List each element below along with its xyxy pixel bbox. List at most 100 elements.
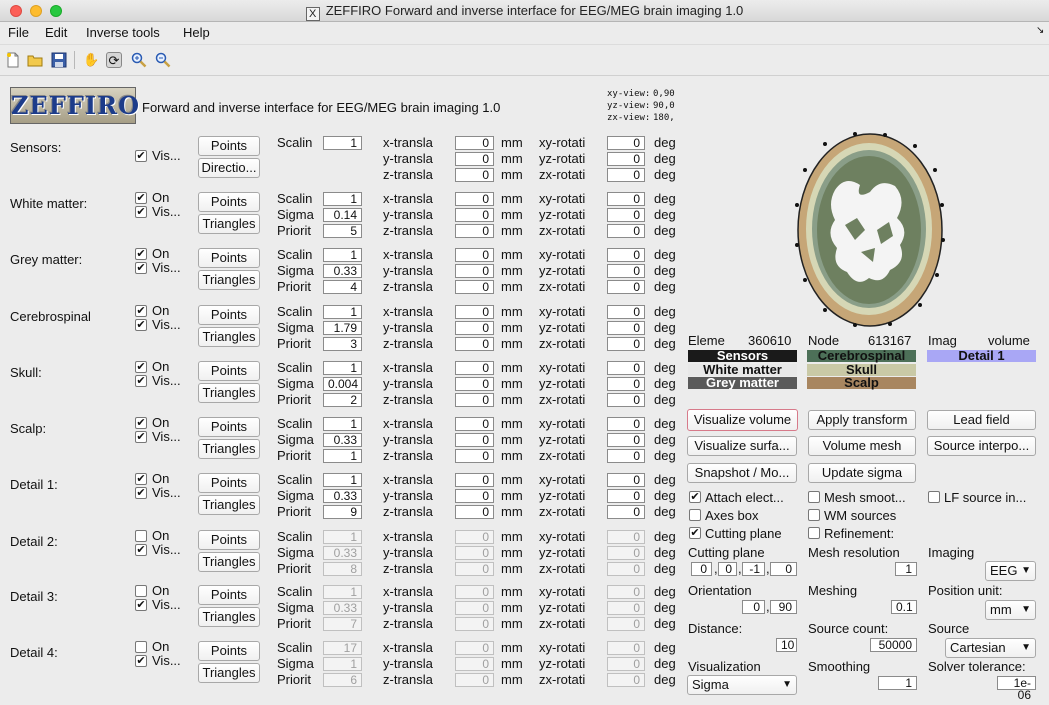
sigma-input[interactable]: 1.79 xyxy=(323,321,362,335)
zx-rotation-input[interactable]: 0 xyxy=(607,393,645,407)
on-checkbox[interactable]: ✔ xyxy=(135,192,147,204)
zx-rotation-input[interactable]: 0 xyxy=(607,337,645,351)
cutting-plane-a[interactable]: 0 xyxy=(691,562,712,576)
visible-checkbox[interactable]: ✔ xyxy=(135,487,147,499)
xy-rotation-input[interactable]: 0 xyxy=(607,417,645,431)
y-translation-input[interactable]: 0 xyxy=(455,264,494,278)
y-translation-input[interactable]: 0 xyxy=(455,208,494,222)
rotate-3d-icon[interactable]: ⟳ xyxy=(106,52,122,68)
attach-electrodes-checkbox[interactable]: ✔ xyxy=(689,491,701,503)
on-checkbox[interactable] xyxy=(135,530,147,542)
visible-checkbox[interactable]: ✔ xyxy=(135,319,147,331)
points-button[interactable]: Points xyxy=(198,530,260,550)
visible-checkbox[interactable]: ✔ xyxy=(135,262,147,274)
points-button[interactable]: Points xyxy=(198,641,260,661)
cutting-plane-c[interactable]: -1 xyxy=(742,562,765,576)
scaling-input[interactable]: 1 xyxy=(323,136,362,150)
mesh-resolution-input[interactable]: 1 xyxy=(895,562,917,576)
on-checkbox[interactable]: ✔ xyxy=(135,361,147,373)
triangles-button[interactable]: Triangles xyxy=(198,383,260,403)
x-translation-input[interactable]: 0 xyxy=(455,248,494,262)
z-translation-input[interactable]: 0 xyxy=(455,449,494,463)
visible-checkbox[interactable]: ✔ xyxy=(135,150,147,162)
triangles-button[interactable]: Triangles xyxy=(198,439,260,459)
yz-rotation-input[interactable]: 0 xyxy=(607,264,645,278)
z-translation-input[interactable]: 0 xyxy=(455,280,494,294)
priority-input[interactable]: 1 xyxy=(323,449,362,463)
source-select[interactable]: Cartesian ▼ xyxy=(945,638,1036,658)
smoothing-input[interactable]: 1 xyxy=(878,676,917,690)
zx-rotation-input[interactable]: 0 xyxy=(607,505,645,519)
x-translation-input[interactable]: 0 xyxy=(455,361,494,375)
directions-button[interactable]: Directio... xyxy=(198,158,260,178)
xy-rotation-input[interactable]: 0 xyxy=(607,192,645,206)
scaling-input[interactable]: 1 xyxy=(323,192,362,206)
points-button[interactable]: Points xyxy=(198,136,260,156)
source-count-input[interactable]: 50000 xyxy=(870,638,917,652)
triangles-button[interactable]: Triangles xyxy=(198,663,260,683)
scaling-input[interactable]: 1 xyxy=(323,305,362,319)
z-translation-input[interactable]: 0 xyxy=(455,168,494,182)
save-icon[interactable] xyxy=(51,52,67,68)
scaling-input[interactable]: 1 xyxy=(323,417,362,431)
visible-checkbox[interactable]: ✔ xyxy=(135,655,147,667)
snapshot-movie-button[interactable]: Snapshot / Mo... xyxy=(687,463,797,483)
visualization-select[interactable]: Sigma ▼ xyxy=(687,675,797,695)
mesh-smoothing-checkbox[interactable] xyxy=(808,491,820,503)
triangles-button[interactable]: Triangles xyxy=(198,495,260,515)
zoom-out-icon[interactable] xyxy=(155,52,171,68)
xy-rotation-input[interactable]: 0 xyxy=(607,248,645,262)
yz-rotation-input[interactable]: 0 xyxy=(607,208,645,222)
priority-input[interactable]: 2 xyxy=(323,393,362,407)
pan-hand-icon[interactable]: ✋ xyxy=(83,52,99,68)
lf-source-checkbox[interactable] xyxy=(928,491,940,503)
sigma-input[interactable]: 0.33 xyxy=(323,489,362,503)
meshing-input[interactable]: 0.1 xyxy=(891,600,917,614)
points-button[interactable]: Points xyxy=(198,305,260,325)
visible-checkbox[interactable]: ✔ xyxy=(135,206,147,218)
position-unit-select[interactable]: mm ▼ xyxy=(985,600,1036,620)
points-button[interactable]: Points xyxy=(198,585,260,605)
priority-input[interactable]: 3 xyxy=(323,337,362,351)
axes-box-checkbox[interactable] xyxy=(689,509,701,521)
z-translation-input[interactable]: 0 xyxy=(455,505,494,519)
x-translation-input[interactable]: 0 xyxy=(455,417,494,431)
z-translation-input[interactable]: 0 xyxy=(455,224,494,238)
menu-help[interactable]: Help xyxy=(183,25,210,40)
on-checkbox[interactable]: ✔ xyxy=(135,473,147,485)
source-interpolation-button[interactable]: Source interpo... xyxy=(927,436,1036,456)
points-button[interactable]: Points xyxy=(198,361,260,381)
orientation-b[interactable]: 90 xyxy=(770,600,797,614)
yz-rotation-input[interactable]: 0 xyxy=(607,321,645,335)
menubar-arrow-icon[interactable]: ↘ xyxy=(1036,25,1044,36)
xy-rotation-input[interactable]: 0 xyxy=(607,136,645,150)
points-button[interactable]: Points xyxy=(198,192,260,212)
y-translation-input[interactable]: 0 xyxy=(455,433,494,447)
y-translation-input[interactable]: 0 xyxy=(455,321,494,335)
wm-sources-checkbox[interactable] xyxy=(808,509,820,521)
y-translation-input[interactable]: 0 xyxy=(455,377,494,391)
priority-input[interactable]: 5 xyxy=(323,224,362,238)
visible-checkbox[interactable]: ✔ xyxy=(135,599,147,611)
scaling-input[interactable]: 1 xyxy=(323,361,362,375)
triangles-button[interactable]: Triangles xyxy=(198,214,260,234)
zx-rotation-input[interactable]: 0 xyxy=(607,168,645,182)
points-button[interactable]: Points xyxy=(198,248,260,268)
volume-mesh-button[interactable]: Volume mesh xyxy=(808,436,916,456)
x-translation-input[interactable]: 0 xyxy=(455,192,494,206)
visible-checkbox[interactable]: ✔ xyxy=(135,431,147,443)
x-translation-input[interactable]: 0 xyxy=(455,136,494,150)
solver-tolerance-input[interactable]: 1e-06 xyxy=(997,676,1036,701)
zx-rotation-input[interactable]: 0 xyxy=(607,449,645,463)
yz-rotation-input[interactable]: 0 xyxy=(607,433,645,447)
on-checkbox[interactable] xyxy=(135,641,147,653)
scaling-input[interactable]: 1 xyxy=(323,473,362,487)
triangles-button[interactable]: Triangles xyxy=(198,552,260,572)
triangles-button[interactable]: Triangles xyxy=(198,270,260,290)
open-folder-icon[interactable] xyxy=(27,52,43,68)
brain-viewer[interactable] xyxy=(785,130,955,330)
xy-rotation-input[interactable]: 0 xyxy=(607,473,645,487)
refinement-checkbox[interactable] xyxy=(808,527,820,539)
visualize-surface-button[interactable]: Visualize surfa... xyxy=(687,436,797,456)
y-translation-input[interactable]: 0 xyxy=(455,489,494,503)
